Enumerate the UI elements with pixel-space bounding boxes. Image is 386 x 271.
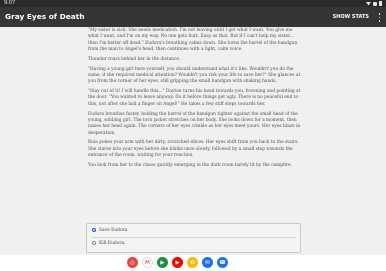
wifi-icon	[366, 1, 371, 6]
story-paragraph: "Stay out of it! I will handle this..." …	[88, 89, 301, 107]
youtube-icon[interactable]: ▶	[172, 257, 183, 268]
story-scroll[interactable]: "My sister is sick. She needs medication…	[0, 27, 386, 255]
story-paragraph: Eudora breathes faster, holding the barr…	[88, 111, 301, 136]
story-paragraph: You look from her to the chaos quickly e…	[88, 162, 292, 168]
photos-icon[interactable]: ✿	[187, 257, 198, 268]
nav-dock: ◎ M ▶ ▶ ✿ ✉ ☎	[0, 255, 386, 271]
app-title: Gray Eyes of Death	[5, 12, 85, 21]
story-paragraph: "My sister is sick. She needs medication…	[88, 28, 298, 52]
show-stats-button[interactable]: SHOW STATS	[333, 7, 369, 27]
app-dock: ◎ M ▶ ▶ ✿ ✉ ☎	[127, 257, 228, 268]
app-bar: Gray Eyes of Death SHOW STATS	[0, 7, 386, 27]
gmail-icon[interactable]: M	[142, 257, 153, 268]
story-paragraph: Roia pokes your arm with her dirty, scra…	[88, 140, 299, 159]
choice-panel: Save Eudora. Kill Eudora.	[86, 223, 301, 253]
choice-label: Save Eudora.	[99, 227, 129, 233]
radio-selected-icon[interactable]	[92, 228, 96, 232]
signal-icon	[373, 1, 377, 6]
status-time: 9:07	[4, 0, 16, 6]
story-paragraph: "Having a young girl here yourself, you …	[88, 66, 301, 85]
choice-kill-eudora[interactable]: Kill Eudora.	[92, 239, 126, 247]
choice-label: Kill Eudora.	[99, 240, 126, 246]
choice-save-eudora[interactable]: Save Eudora.	[92, 226, 129, 234]
story-text: "My sister is sick. She needs medication…	[88, 28, 302, 173]
story-paragraph: Thunder roars behind her in the distance…	[88, 56, 181, 62]
radio-unselected-icon[interactable]	[92, 241, 96, 245]
status-icons	[366, 1, 382, 6]
chrome-icon[interactable]: ◎	[127, 257, 138, 268]
play-store-icon[interactable]: ▶	[157, 257, 168, 268]
battery-icon	[379, 1, 382, 6]
messages-icon[interactable]: ✉	[202, 257, 213, 268]
more-options-icon[interactable]	[378, 13, 381, 22]
status-bar: 9:07	[0, 0, 386, 7]
choice-divider	[91, 237, 296, 238]
phone-icon[interactable]: ☎	[217, 257, 228, 268]
